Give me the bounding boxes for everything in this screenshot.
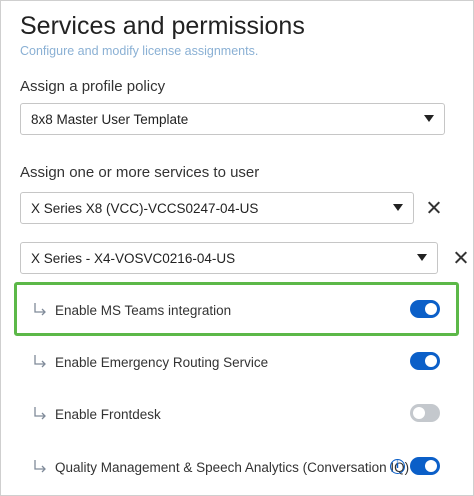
services-label: Assign one or more services to user (20, 164, 260, 181)
page-subtitle: Configure and modify license assignments… (20, 44, 259, 58)
profile-policy-select[interactable]: 8x8 Master User Template (20, 103, 445, 135)
close-icon[interactable] (452, 249, 470, 267)
profile-policy-label: Assign a profile policy (20, 78, 166, 95)
chevron-down-icon (417, 254, 427, 261)
feature-row-frontdesk: Enable Frontdesk (32, 404, 452, 428)
service-value-2: X Series - X4-VOSVC0216-04-US (31, 250, 236, 266)
subdirectory-arrow-icon (34, 407, 46, 420)
service-value-1: X Series X8 (VCC)-VCCS0247-04-US (31, 200, 259, 216)
toggle-quality-management[interactable] (410, 457, 440, 475)
chevron-down-icon (424, 115, 434, 122)
service-select-2[interactable]: X Series - X4-VOSVC0216-04-US (20, 242, 438, 274)
feature-row-emergency-routing: Enable Emergency Routing Service (32, 352, 452, 376)
toggle-knob (425, 460, 437, 472)
toggle-ms-teams[interactable] (410, 300, 440, 318)
close-icon[interactable] (425, 199, 443, 217)
service-select-1[interactable]: X Series X8 (VCC)-VCCS0247-04-US (20, 192, 414, 224)
subdirectory-arrow-icon (34, 355, 46, 368)
subdirectory-arrow-icon (34, 460, 46, 473)
feature-label-frontdesk: Enable Frontdesk (55, 407, 161, 422)
feature-label-quality-management: Quality Management & Speech Analytics (C… (55, 460, 410, 475)
feature-label-emergency-routing: Enable Emergency Routing Service (55, 355, 269, 370)
feature-row-quality-management: Quality Management & Speech Analytics (C… (32, 457, 452, 481)
feature-label-ms-teams: Enable MS Teams integration (55, 303, 232, 318)
toggle-knob (425, 355, 437, 367)
toggle-frontdesk[interactable] (410, 404, 440, 422)
subdirectory-arrow-icon (34, 303, 46, 316)
page-title: Services and permissions (20, 12, 305, 40)
toggle-emergency-routing[interactable] (410, 352, 440, 370)
toggle-knob (425, 303, 437, 315)
info-icon[interactable]: i (390, 459, 405, 474)
feature-row-ms-teams: Enable MS Teams integration (32, 300, 452, 324)
toggle-knob (413, 407, 425, 419)
profile-policy-value: 8x8 Master User Template (31, 111, 189, 127)
chevron-down-icon (393, 204, 403, 211)
